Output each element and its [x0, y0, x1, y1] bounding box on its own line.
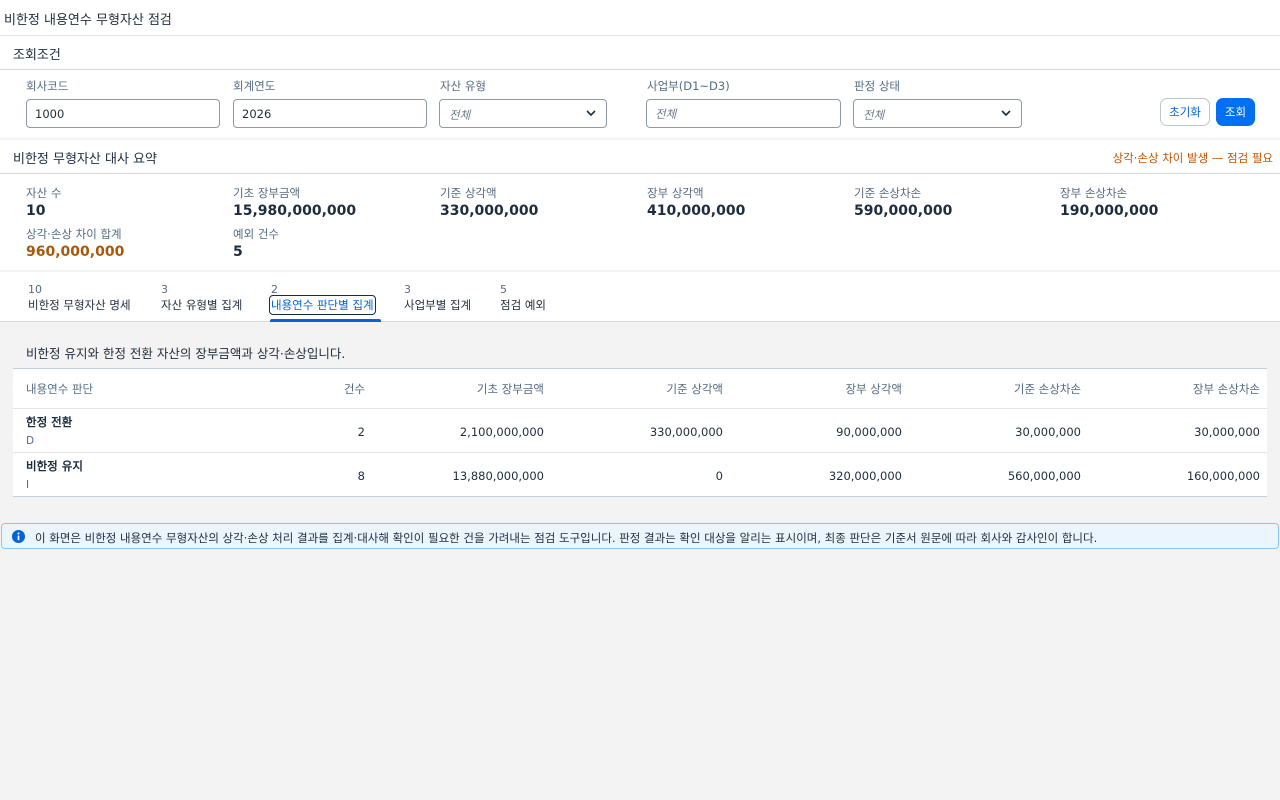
book-amortization-cell: 90,000,000	[836, 425, 902, 439]
tab-count: 3	[161, 283, 168, 296]
tab-business-unit-summary[interactable]: 3 사업부별 집계	[404, 282, 482, 322]
filter-section-title: 조회조건	[13, 48, 61, 63]
difference-warning: 상각·손상 차이 발생 — 점검 필요	[1112, 151, 1273, 165]
judgment-name: 비한정 유지	[26, 459, 83, 473]
page-title: 비한정 내용연수 무형자산 점검	[4, 13, 172, 28]
column-header: 장부 상각액	[845, 382, 902, 396]
tab-count: 2	[271, 283, 278, 296]
kpi-label: 자산 수	[26, 186, 62, 200]
kpi-label: 장부 손상차손	[1060, 186, 1128, 200]
summary-section-title: 비한정 무형자산 대사 요약	[13, 152, 157, 167]
chevron-down-icon	[1001, 110, 1011, 117]
tab-label: 사업부별 집계	[404, 298, 472, 312]
company-code-label: 회사코드	[26, 79, 69, 93]
column-header: 기초 장부금액	[476, 382, 544, 396]
kpi-label: 예외 건수	[233, 227, 279, 241]
table-row[interactable]: 비한정 유지 I 8 13,880,000,000 0 320,000,000 …	[13, 452, 1267, 496]
asset-type-select[interactable]: 전체	[439, 99, 607, 128]
filter-section: 조회조건 회사코드 회계연도 자산 유형 전체 사업부(D1~D3) 판정 상태…	[0, 36, 1280, 138]
judgment-code: I	[26, 479, 30, 491]
business-unit-label: 사업부(D1~D3)	[647, 79, 730, 93]
judgment-status-select[interactable]: 전체	[853, 99, 1022, 128]
tab-asset-list[interactable]: 10 비한정 무형자산 명세	[28, 282, 138, 322]
content-description: 비한정 유지와 한정 전환 자산의 장부금액과 상각·손상입니다.	[26, 346, 346, 361]
std-impairment-cell: 560,000,000	[1007, 469, 1081, 483]
book-impairment-cell: 30,000,000	[1194, 425, 1260, 439]
info-message-text: 이 화면은 비한정 내용연수 무형자산의 상각·손상 처리 결과를 집계·대사해…	[35, 531, 1098, 545]
chevron-down-icon	[586, 110, 596, 117]
tab-label: 비한정 무형자산 명세	[28, 298, 131, 312]
column-header: 기준 손상차손	[1013, 382, 1081, 396]
table-row[interactable]: 한정 전환 D 2 2,100,000,000 330,000,000 90,0…	[13, 408, 1267, 452]
kpi-value: 330,000,000	[440, 203, 539, 219]
useful-life-table: 내용연수 판단 건수 기초 장부금액 기준 상각액 장부 상각액 기준 손상차손…	[13, 368, 1267, 497]
kpi-value: 15,980,000,000	[233, 203, 357, 219]
page-header: 비한정 내용연수 무형자산 점검	[0, 0, 1280, 36]
kpi-value: 5	[233, 244, 243, 260]
kpi-label: 기준 상각액	[440, 186, 497, 200]
book-amortization-cell: 320,000,000	[828, 469, 902, 483]
kpi-value-difference: 960,000,000	[26, 244, 125, 260]
asset-type-label: 자산 유형	[440, 79, 486, 93]
fiscal-year-input[interactable]	[233, 99, 427, 128]
tab-count: 5	[500, 283, 507, 296]
column-header: 장부 손상차손	[1192, 382, 1260, 396]
kpi-value: 190,000,000	[1060, 203, 1159, 219]
filter-section-header: 조회조건	[0, 36, 1280, 70]
kpi-label: 기초 장부금액	[233, 186, 301, 200]
judgment-status-value: 전체	[863, 108, 885, 122]
count-cell: 2	[357, 425, 365, 439]
book-impairment-cell: 160,000,000	[1186, 469, 1260, 483]
summary-section-header: 비한정 무형자산 대사 요약 상각·손상 차이 발생 — 점검 필요	[0, 140, 1280, 174]
info-message-strip: 이 화면은 비한정 내용연수 무형자산의 상각·손상 처리 결과를 집계·대사해…	[1, 523, 1279, 549]
tab-count: 3	[404, 283, 411, 296]
kpi-label: 장부 상각액	[647, 186, 704, 200]
reset-button[interactable]: 초기화	[1160, 98, 1210, 126]
judgment-status-label: 판정 상태	[854, 79, 900, 93]
kpi-value: 10	[26, 203, 46, 219]
asset-type-value: 전체	[449, 108, 471, 122]
tab-content: 비한정 유지와 한정 전환 자산의 장부금액과 상각·손상입니다. 내용연수 판…	[0, 322, 1280, 510]
kpi-value: 410,000,000	[647, 203, 746, 219]
count-cell: 8	[357, 469, 365, 483]
tab-useful-life-summary[interactable]: 2 내용연수 판단별 집계	[269, 282, 381, 322]
std-impairment-cell: 30,000,000	[1015, 425, 1081, 439]
tab-label: 점검 예외	[500, 298, 546, 312]
tab-exceptions[interactable]: 5 점검 예외	[500, 282, 556, 322]
column-header: 건수	[343, 382, 365, 396]
business-unit-input[interactable]	[646, 99, 841, 128]
tab-asset-type-summary[interactable]: 3 자산 유형별 집계	[161, 282, 251, 322]
column-header: 기준 상각액	[666, 382, 723, 396]
info-icon	[12, 530, 25, 543]
kpi-label: 상각·손상 차이 합계	[26, 227, 122, 241]
std-amortization-cell: 0	[715, 469, 723, 483]
column-header: 내용연수 판단	[26, 382, 94, 396]
fiscal-year-label: 회계연도	[233, 79, 276, 93]
summary-section: 비한정 무형자산 대사 요약 상각·손상 차이 발생 — 점검 필요 자산 수 …	[0, 140, 1280, 270]
company-code-input[interactable]	[26, 99, 220, 128]
tab-count: 10	[28, 283, 42, 296]
kpi-value: 590,000,000	[854, 203, 953, 219]
tab-bar: 10 비한정 무형자산 명세 3 자산 유형별 집계 2 내용연수 판단별 집계…	[0, 272, 1280, 322]
kpi-label: 기준 손상차손	[854, 186, 922, 200]
search-button[interactable]: 조회	[1216, 98, 1255, 126]
opening-amount-cell: 13,880,000,000	[452, 469, 544, 483]
judgment-code: D	[26, 435, 35, 447]
tab-label: 자산 유형별 집계	[161, 298, 243, 312]
tab-label: 내용연수 판단별 집계	[269, 295, 376, 315]
opening-amount-cell: 2,100,000,000	[459, 425, 544, 439]
std-amortization-cell: 330,000,000	[649, 425, 723, 439]
judgment-name: 한정 전환	[26, 415, 73, 429]
